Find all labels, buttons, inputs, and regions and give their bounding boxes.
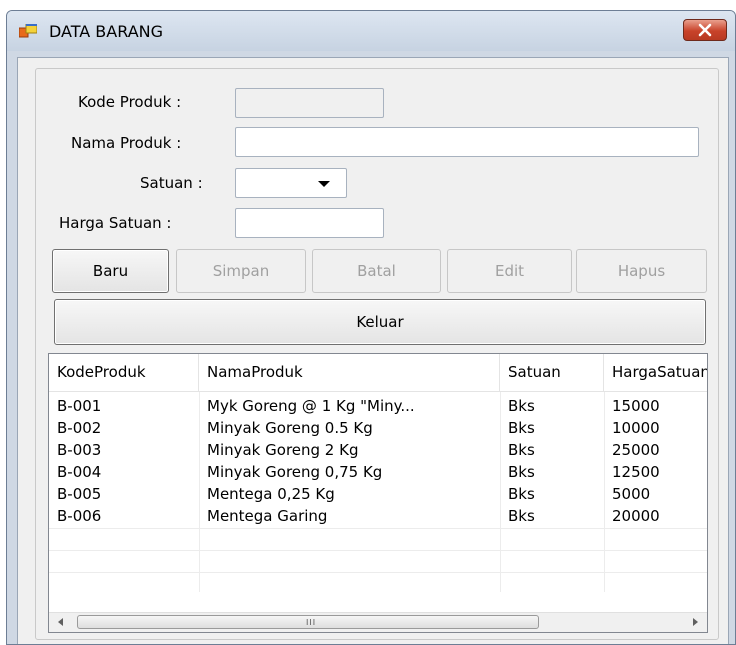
main-window: DATA BARANG Kode Produk : Nama Produk : …	[6, 10, 736, 645]
table-row[interactable]: B-005 Mentega 0,25 Kg Bks 5000	[49, 483, 707, 505]
table-row[interactable]: B-006 Mentega Garing Bks 20000	[49, 505, 707, 527]
title-bar[interactable]: DATA BARANG	[7, 11, 735, 51]
horizontal-scrollbar[interactable]: III	[49, 612, 707, 632]
app-icon	[19, 24, 37, 38]
scroll-left-arrow-icon[interactable]	[58, 618, 63, 626]
cell-kodeproduk: B-003	[57, 441, 102, 459]
cell-namaproduk: Minyak Goreng 0.5 Kg	[207, 419, 373, 437]
column-header-namaproduk[interactable]: NamaProduk	[199, 354, 500, 392]
cell-satuan: Bks	[508, 463, 535, 481]
cell-kodeproduk: B-002	[57, 419, 102, 437]
scrollbar-thumb[interactable]: III	[77, 615, 539, 629]
simpan-button[interactable]: Simpan	[176, 249, 306, 293]
column-header-satuan[interactable]: Satuan	[500, 354, 604, 392]
cell-hargasatuan: 10000	[612, 419, 660, 437]
cell-hargasatuan: 12500	[612, 463, 660, 481]
table-row[interactable]: B-004 Minyak Goreng 0,75 Kg Bks 12500	[49, 461, 707, 483]
satuan-combobox[interactable]	[235, 168, 347, 198]
column-header-kodeproduk[interactable]: KodeProduk	[49, 354, 199, 392]
keluar-button[interactable]: Keluar	[54, 299, 706, 345]
scroll-grip: III	[306, 618, 317, 627]
cell-satuan: Bks	[508, 441, 535, 459]
nama-produk-label: Nama Produk :	[71, 134, 182, 152]
table-row[interactable]: B-001 Myk Goreng @ 1 Kg "Miny... Bks 150…	[49, 395, 707, 417]
cell-hargasatuan: 5000	[612, 485, 651, 503]
satuan-label: Satuan :	[140, 174, 203, 192]
edit-button[interactable]: Edit	[447, 249, 572, 293]
column-header-hargasatuan[interactable]: HargaSatuan	[604, 354, 707, 392]
product-grid[interactable]: KodeProduk NamaProduk Satuan HargaSatuan…	[48, 353, 708, 633]
table-row[interactable]: B-002 Minyak Goreng 0.5 Kg Bks 10000	[49, 417, 707, 439]
close-button[interactable]	[683, 19, 727, 41]
kode-produk-label: Kode Produk :	[78, 93, 182, 111]
cell-satuan: Bks	[508, 419, 535, 437]
batal-button[interactable]: Batal	[312, 249, 441, 293]
close-icon	[698, 23, 712, 37]
window-title: DATA BARANG	[49, 22, 164, 41]
cell-kodeproduk: B-001	[57, 397, 102, 415]
cell-namaproduk: Mentega 0,25 Kg	[207, 485, 335, 503]
cell-hargasatuan: 15000	[612, 397, 660, 415]
chevron-down-icon	[318, 181, 330, 187]
client-area: Kode Produk : Nama Produk : Satuan : Har…	[17, 57, 729, 644]
baru-button[interactable]: Baru	[52, 249, 169, 293]
kode-produk-field[interactable]	[235, 88, 384, 118]
hapus-button[interactable]: Hapus	[576, 249, 707, 293]
cell-kodeproduk: B-004	[57, 463, 102, 481]
nama-produk-field[interactable]	[235, 127, 699, 157]
cell-hargasatuan: 25000	[612, 441, 660, 459]
harga-satuan-label: Harga Satuan :	[59, 214, 172, 232]
scroll-right-arrow-icon[interactable]	[693, 618, 698, 626]
cell-satuan: Bks	[508, 507, 535, 525]
cell-namaproduk: Myk Goreng @ 1 Kg "Miny...	[207, 397, 415, 415]
cell-namaproduk: Mentega Garing	[207, 507, 328, 525]
grid-row-line	[49, 550, 707, 551]
grid-row-line	[49, 528, 707, 529]
table-row[interactable]: B-003 Minyak Goreng 2 Kg Bks 25000	[49, 439, 707, 461]
form-groupbox: Kode Produk : Nama Produk : Satuan : Har…	[35, 68, 719, 640]
grid-row-line	[49, 572, 707, 573]
cell-satuan: Bks	[508, 397, 535, 415]
cell-satuan: Bks	[508, 485, 535, 503]
cell-kodeproduk: B-006	[57, 507, 102, 525]
cell-hargasatuan: 20000	[612, 507, 660, 525]
cell-namaproduk: Minyak Goreng 0,75 Kg	[207, 463, 383, 481]
harga-satuan-field[interactable]	[235, 208, 384, 238]
cell-kodeproduk: B-005	[57, 485, 102, 503]
cell-namaproduk: Minyak Goreng 2 Kg	[207, 441, 359, 459]
